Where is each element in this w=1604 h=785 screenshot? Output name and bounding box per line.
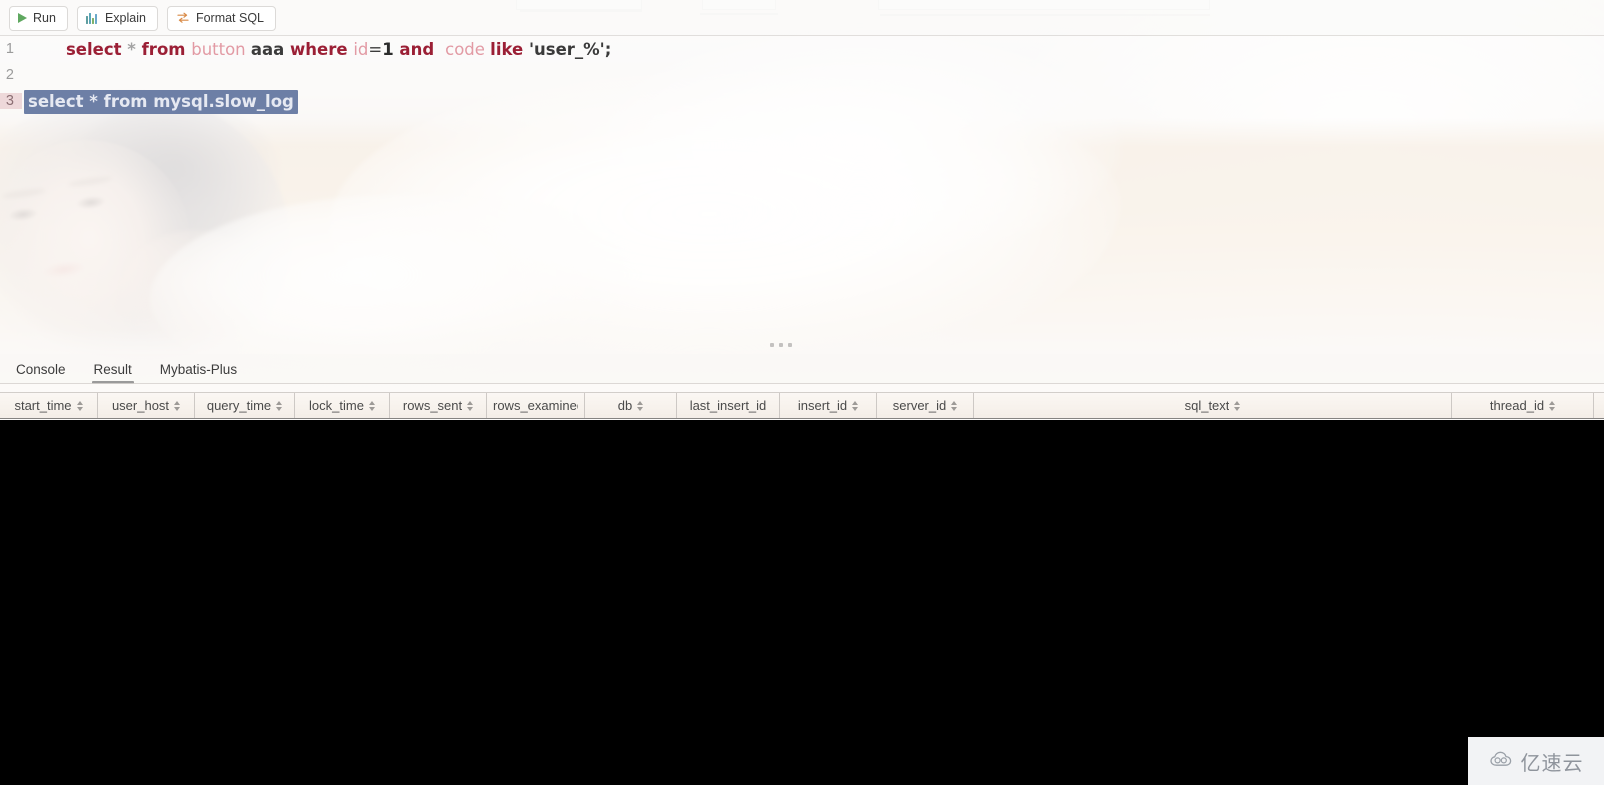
bar-chart-icon — [85, 12, 99, 24]
column-header-start-time[interactable]: start_time — [0, 393, 98, 418]
sort-icon[interactable] — [637, 400, 644, 411]
code-line-3[interactable]: 3 select * from mysql.slow_log — [0, 88, 1604, 114]
watermark: 亿速云 — [1468, 737, 1604, 785]
column-header-label: insert_id — [797, 398, 848, 413]
run-button[interactable]: Run — [9, 5, 68, 31]
sql-console-window: Run Explain Format SQL 1 select * from b… — [0, 0, 1604, 785]
splitter-dot — [770, 343, 774, 347]
tab-console-label: Console — [16, 361, 66, 377]
column-header-query-time[interactable]: query_time — [195, 393, 295, 418]
result-grid: start_time user_host query_time lock_tim… — [0, 392, 1604, 785]
play-icon — [18, 13, 27, 23]
format-sql-button-label: Format SQL — [195, 10, 265, 25]
tab-console[interactable]: Console — [2, 354, 80, 384]
line-number: 1 — [5, 41, 14, 57]
token-keyword: where — [290, 39, 354, 59]
tab-mybatis-plus[interactable]: Mybatis-Plus — [146, 354, 251, 384]
column-header-lock-time[interactable]: lock_time — [295, 393, 390, 418]
column-header-db[interactable]: db — [585, 393, 677, 418]
sort-icon[interactable] — [1549, 400, 1556, 411]
tab-result-label: Result — [93, 361, 132, 377]
sort-icon[interactable] — [467, 400, 474, 411]
column-header-label: server_id — [892, 398, 947, 413]
sort-icon[interactable] — [174, 400, 181, 411]
splitter-dot — [779, 343, 783, 347]
token-number: 1 — [382, 39, 394, 59]
column-header-rows-sent[interactable]: rows_sent — [390, 393, 487, 418]
column-header-label: db — [617, 398, 633, 413]
line-number-current: 3 — [0, 93, 22, 109]
result-grid-body[interactable] — [0, 420, 1604, 785]
sort-icon[interactable] — [276, 400, 283, 411]
code-line-1[interactable]: 1 select * from button aaa where id=1 an… — [0, 36, 1604, 62]
column-header-label: rows_examined — [493, 398, 578, 413]
token-column-name: code — [439, 39, 491, 59]
column-header-label: thread_id — [1489, 398, 1545, 413]
tab-result[interactable]: Result — [80, 354, 146, 384]
column-header-thread-id[interactable]: thread_id — [1452, 393, 1594, 418]
token-star: * — [127, 39, 142, 59]
sort-icon[interactable] — [368, 400, 375, 411]
explain-button-label: Explain — [104, 10, 146, 25]
column-header-insert-id[interactable]: insert_id — [780, 393, 877, 418]
token-table-name: button — [191, 39, 251, 59]
column-header-sql-text[interactable]: sql_text — [974, 393, 1452, 418]
column-header-label: lock_time — [309, 398, 364, 413]
token-keyword: from — [141, 39, 192, 59]
column-header-last-insert-id[interactable]: last_insert_id — [677, 393, 780, 418]
editor-toolbar: Run Explain Format SQL — [0, 0, 1604, 36]
sort-icon[interactable] — [951, 400, 958, 411]
token-alias: aaa — [250, 39, 291, 59]
tab-mybatis-plus-label: Mybatis-Plus — [159, 361, 238, 377]
code-line-3-text: select * from mysql.slow_log — [22, 89, 1604, 114]
column-header-label: last_insert_id — [689, 398, 767, 413]
watermark-text: 亿速云 — [1520, 750, 1584, 775]
token-keyword: select — [65, 39, 128, 59]
cloud-icon — [1489, 750, 1515, 773]
sort-icon[interactable] — [852, 400, 859, 411]
panel-splitter-handle[interactable] — [770, 341, 792, 349]
splitter-dot — [788, 343, 792, 347]
column-header-label: sql_text — [1184, 398, 1230, 413]
token-column-name: id — [353, 39, 369, 59]
token-operator: = — [368, 39, 383, 59]
column-header-label: start_time — [14, 398, 72, 413]
format-sql-button[interactable]: Format SQL — [166, 5, 277, 31]
line-number: 2 — [5, 67, 14, 83]
code-line-2[interactable]: 2 — [0, 62, 1604, 88]
selected-statement[interactable]: select * from mysql.slow_log — [24, 89, 298, 114]
explain-button[interactable]: Explain — [76, 5, 158, 31]
token-keyword: like — [490, 39, 529, 59]
sort-icon[interactable] — [1234, 400, 1241, 411]
result-grid-header-row: start_time user_host query_time lock_tim… — [0, 392, 1604, 419]
column-header-label: query_time — [206, 398, 272, 413]
format-arrow-icon — [176, 12, 190, 24]
token-string-literal: 'user_%'; — [528, 39, 612, 59]
sort-icon[interactable] — [76, 400, 83, 411]
column-header-server-id[interactable]: server_id — [877, 393, 974, 418]
result-panel-tabs: Console Result Mybatis-Plus — [0, 354, 1604, 384]
column-header-rows-examined[interactable]: rows_examined — [487, 393, 585, 418]
column-header-user-host[interactable]: user_host — [98, 393, 195, 418]
sql-editor[interactable]: 1 select * from button aaa where id=1 an… — [0, 36, 1604, 352]
run-button-label: Run — [33, 10, 56, 25]
token-keyword: and — [393, 39, 440, 59]
column-header-label: user_host — [111, 398, 170, 413]
column-header-label: rows_sent — [402, 398, 463, 413]
